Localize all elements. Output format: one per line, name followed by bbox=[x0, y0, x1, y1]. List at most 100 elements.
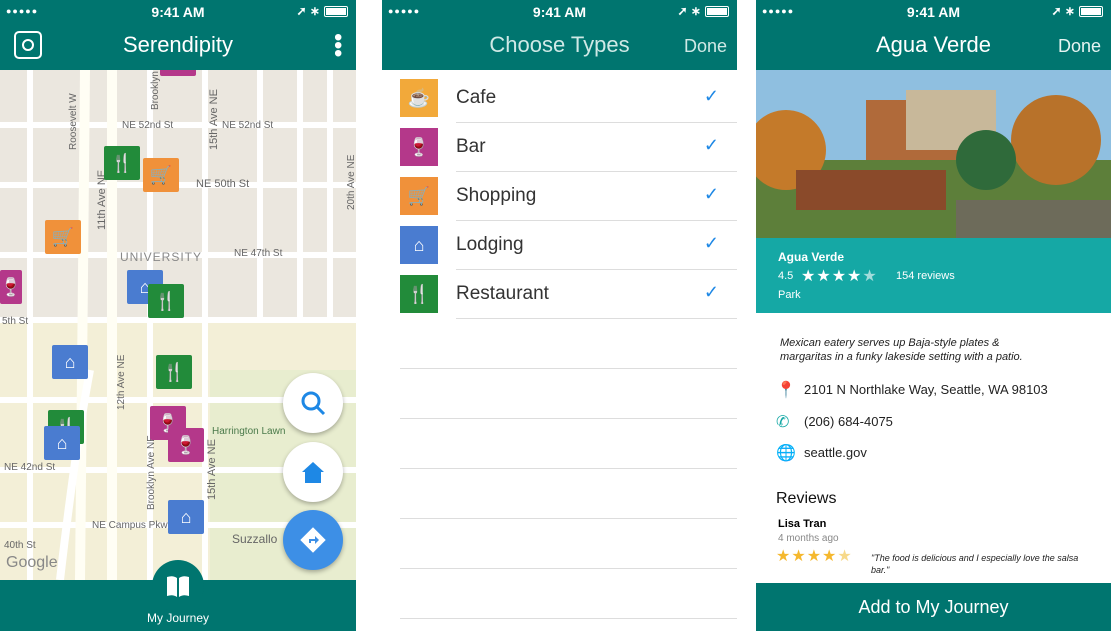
location-pin-icon: 📍 bbox=[776, 382, 796, 399]
reviews-count[interactable]: 154 reviews bbox=[896, 270, 955, 282]
type-row-cafe[interactable]: ☕ Cafe ✓ bbox=[382, 74, 737, 123]
checkmark-icon: ✓ bbox=[703, 86, 719, 106]
cup-icon: ☕ bbox=[400, 79, 438, 117]
street-label: NE Campus Pkwy bbox=[92, 520, 173, 531]
shopping-pin[interactable]: 🛒 bbox=[143, 158, 179, 192]
bar-pin[interactable] bbox=[160, 70, 196, 76]
empty-row bbox=[400, 419, 737, 469]
place-description: Mexican eatery serves up Baja-style plat… bbox=[780, 337, 1023, 363]
choose-types-screen: ●●●●● 9:41 AM ➚ ∗ Choose Types Done ☕ Ca… bbox=[382, 0, 737, 631]
status-right: ➚ ∗ bbox=[678, 4, 729, 18]
place-category: Park bbox=[778, 289, 801, 301]
home-button[interactable] bbox=[283, 442, 343, 502]
restaurant-pin[interactable]: 🍴 bbox=[104, 146, 140, 180]
more-options-icon[interactable]: • • • bbox=[334, 26, 342, 66]
book-icon bbox=[167, 576, 189, 597]
status-bar: ●●●●● 9:41 AM ➚ ∗ bbox=[756, 0, 1111, 24]
globe-icon: 🌐 bbox=[776, 445, 796, 462]
place-photo bbox=[756, 70, 1111, 238]
google-logo: Google bbox=[6, 554, 58, 571]
address-text: 2101 N Northlake Way, Seattle, WA 98103 bbox=[804, 382, 1048, 397]
checkmark-icon: ✓ bbox=[703, 184, 719, 204]
street-label: NE 42nd St bbox=[4, 462, 56, 473]
rating-value: 4.5 bbox=[778, 270, 794, 282]
phone-icon: ✆ bbox=[776, 414, 790, 431]
review-text: "The food is delicious and I especially … bbox=[871, 553, 1079, 575]
street-label: 20th Ave NE bbox=[346, 154, 356, 210]
house-icon: ⌂ bbox=[400, 226, 438, 264]
search-button[interactable] bbox=[283, 373, 343, 433]
street-label: 40th St bbox=[4, 540, 36, 551]
empty-row bbox=[400, 469, 737, 519]
reviewer-name: Lisa Tran bbox=[778, 518, 827, 530]
type-label: Restaurant bbox=[456, 283, 549, 304]
done-button[interactable]: Done bbox=[684, 36, 727, 57]
app-title: Serendipity bbox=[122, 32, 234, 57]
rating-stars: ★★★★★ bbox=[801, 268, 878, 285]
bar-pin[interactable]: 🍷 bbox=[168, 428, 204, 462]
review-time: 4 months ago bbox=[778, 533, 839, 544]
street-label: 5th St bbox=[2, 316, 29, 327]
street-label: Roosevelt W bbox=[68, 93, 79, 150]
lodging-pin[interactable]: ⌂ bbox=[44, 426, 80, 460]
bar-pin[interactable]: 🍷 bbox=[0, 270, 22, 304]
street-label: 15th Ave NE bbox=[206, 439, 218, 500]
status-bar: ●●●●● 9:41 AM ➚ ∗ bbox=[0, 0, 356, 24]
type-row-bar[interactable]: 🍷 Bar ✓ bbox=[382, 123, 737, 172]
street-label: Brooklyn Ave NE bbox=[146, 435, 157, 510]
street-label: NE 50th St bbox=[196, 178, 250, 190]
map-screen: ●●●●● 9:41 AM ➚ ∗ Serendipity • • • NE 5… bbox=[0, 0, 356, 631]
website-text: seattle.gov bbox=[804, 445, 867, 460]
street-label: Suzzallo bbox=[232, 532, 278, 546]
checkmark-icon: ✓ bbox=[703, 282, 719, 302]
type-row-lodging[interactable]: ⌂ Lodging ✓ bbox=[382, 221, 737, 270]
empty-row bbox=[400, 369, 737, 419]
street-label: Harrington Lawn bbox=[212, 426, 286, 437]
reviews-heading: Reviews bbox=[776, 490, 837, 507]
navbar: Serendipity • • • bbox=[0, 24, 356, 70]
street-label: 12th Ave NE bbox=[116, 354, 127, 410]
status-right: ➚ ∗ bbox=[297, 4, 348, 18]
my-journey-label: My Journey bbox=[146, 611, 210, 625]
wineglass-icon: 🍷 bbox=[400, 128, 438, 166]
cart-icon: 🛒 bbox=[400, 177, 438, 215]
my-journey-button[interactable] bbox=[152, 560, 204, 612]
type-row-restaurant[interactable]: 🍴 Restaurant ✓ bbox=[382, 270, 737, 319]
home-icon bbox=[302, 462, 324, 483]
done-button[interactable]: Done bbox=[1058, 36, 1101, 57]
empty-row bbox=[400, 319, 737, 369]
street-label: NE 52nd St bbox=[122, 120, 174, 131]
street-label: UNIVERSITY bbox=[120, 250, 203, 264]
directions-icon bbox=[300, 527, 326, 553]
type-label: Bar bbox=[456, 136, 486, 157]
empty-row bbox=[400, 519, 737, 569]
battery-icon bbox=[324, 6, 348, 18]
lodging-pin[interactable]: ⌂ bbox=[52, 345, 88, 379]
search-icon bbox=[301, 391, 326, 416]
type-label: Cafe bbox=[456, 87, 497, 108]
directions-button[interactable] bbox=[283, 510, 343, 570]
restaurant-pin[interactable]: 🍴 bbox=[148, 284, 184, 318]
battery-icon bbox=[1079, 6, 1103, 18]
map-view[interactable]: NE 52nd St NE 52nd St NE 50th St UNIVERS… bbox=[0, 70, 356, 580]
tab-bar: My Journey bbox=[0, 560, 356, 631]
review-stars: ★★★★★ bbox=[776, 548, 853, 565]
street-label: Brooklyn Ave NE bbox=[150, 70, 161, 110]
place-summary: Agua Verde 4.5 ★★★★★ 154 reviews Park bbox=[756, 238, 1111, 313]
lodging-pin[interactable]: ⌂ bbox=[168, 500, 204, 534]
place-detail-screen: ●●●●● 9:41 AM ➚ ∗ Agua Verde Done Agua V… bbox=[756, 0, 1111, 631]
street-label: NE 52nd St bbox=[222, 120, 274, 131]
status-bar: ●●●●● 9:41 AM ➚ ∗ bbox=[382, 0, 737, 24]
street-label: NE 47th St bbox=[234, 248, 283, 259]
checkmark-icon: ✓ bbox=[703, 233, 719, 253]
empty-row bbox=[400, 569, 737, 619]
type-row-shopping[interactable]: 🛒 Shopping ✓ bbox=[382, 172, 737, 221]
street-label: 15th Ave NE bbox=[208, 89, 220, 150]
type-label: Lodging bbox=[456, 234, 524, 255]
checkmark-icon: ✓ bbox=[703, 135, 719, 155]
add-to-journey-button[interactable]: Add to My Journey bbox=[756, 583, 1111, 631]
place-photo-art bbox=[756, 70, 1111, 238]
shopping-pin[interactable]: 🛒 bbox=[45, 220, 81, 254]
battery-icon bbox=[705, 6, 729, 18]
restaurant-pin[interactable]: 🍴 bbox=[156, 355, 192, 389]
